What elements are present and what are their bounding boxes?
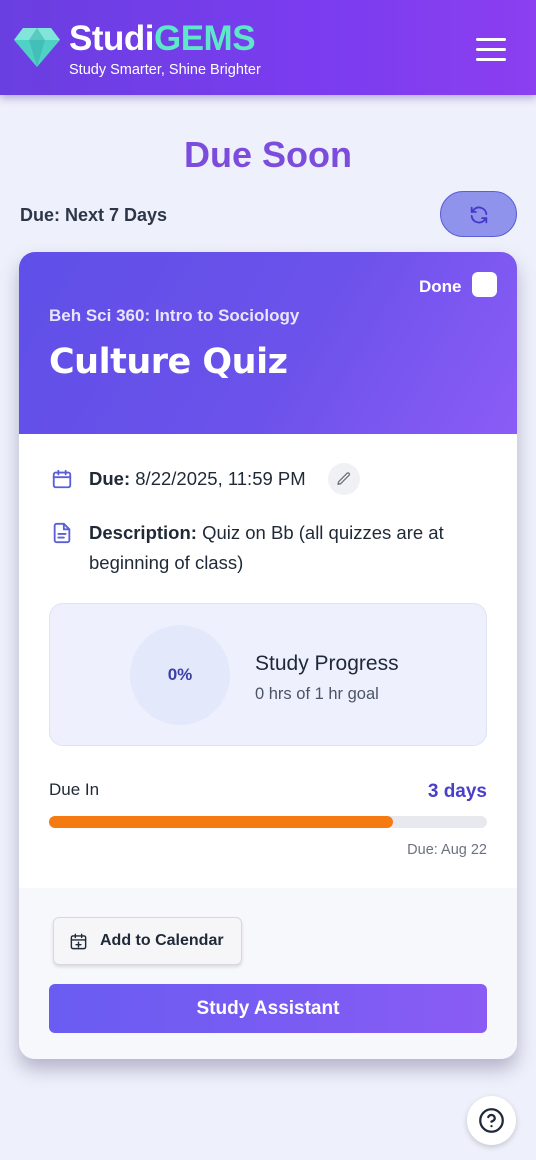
add-to-calendar-label: Add to Calendar [100, 932, 224, 949]
date-range-label: Due: Next 7 Days [20, 205, 168, 225]
progress-percent: 0% [167, 665, 193, 684]
assignment-title: Culture Quiz [49, 342, 288, 382]
refresh-icon [470, 206, 488, 224]
done-label: Done [419, 277, 462, 296]
help-question-icon [479, 1108, 504, 1133]
document-icon [53, 522, 71, 544]
brand-name-part1: Studi [69, 19, 154, 58]
description-row: Description: Quiz on Bb (all quizzes are… [89, 518, 499, 578]
edit-due-date-button[interactable] [328, 463, 360, 495]
assignment-card: Done Beh Sci 360: Intro to Sociology Cul… [19, 252, 517, 1059]
description-label: Description: [89, 522, 197, 543]
brand-name[interactable]: StudiGEMS [69, 19, 256, 59]
app-header: StudiGEMS Study Smarter, Shine Brighter [0, 0, 536, 95]
due-label: Due: [89, 468, 131, 489]
help-button[interactable] [467, 1096, 516, 1145]
brand-name-part2: GEMS [153, 19, 256, 58]
due-date-value: 8/22/2025, 11:59 PM [135, 468, 306, 489]
study-progress-title: Study Progress [255, 652, 399, 675]
calendar-plus-icon [70, 933, 87, 950]
assignment-card-header: Done Beh Sci 360: Intro to Sociology Cul… [19, 252, 517, 434]
hamburger-menu-icon[interactable] [474, 36, 508, 62]
study-progress-panel: 0% Study Progress 0 hrs of 1 hr goal [49, 603, 487, 746]
pencil-icon [337, 472, 351, 485]
add-to-calendar-button[interactable]: Add to Calendar [53, 917, 242, 965]
gem-icon [14, 28, 60, 67]
due-in-label: Due In [49, 780, 100, 799]
due-in-progress-bar [49, 816, 487, 828]
due-in-progress-fill [49, 816, 394, 828]
card-actions-area [19, 888, 517, 1059]
due-date-row: Due: 8/22/2025, 11:59 PM [89, 468, 306, 490]
tagline: Study Smarter, Shine Brighter [69, 62, 261, 78]
study-assistant-button[interactable]: Study Assistant [49, 984, 487, 1033]
due-date-short: Due: Aug 22 [407, 842, 487, 858]
progress-circle: 0% [130, 625, 230, 725]
calendar-icon [52, 469, 72, 489]
done-checkbox[interactable] [472, 272, 497, 297]
course-name: Beh Sci 360: Intro to Sociology [49, 306, 300, 325]
page-title: Due Soon [184, 134, 352, 175]
due-in-value: 3 days [427, 781, 487, 802]
refresh-button[interactable] [440, 191, 517, 237]
study-progress-subtitle: 0 hrs of 1 hr goal [255, 685, 379, 703]
